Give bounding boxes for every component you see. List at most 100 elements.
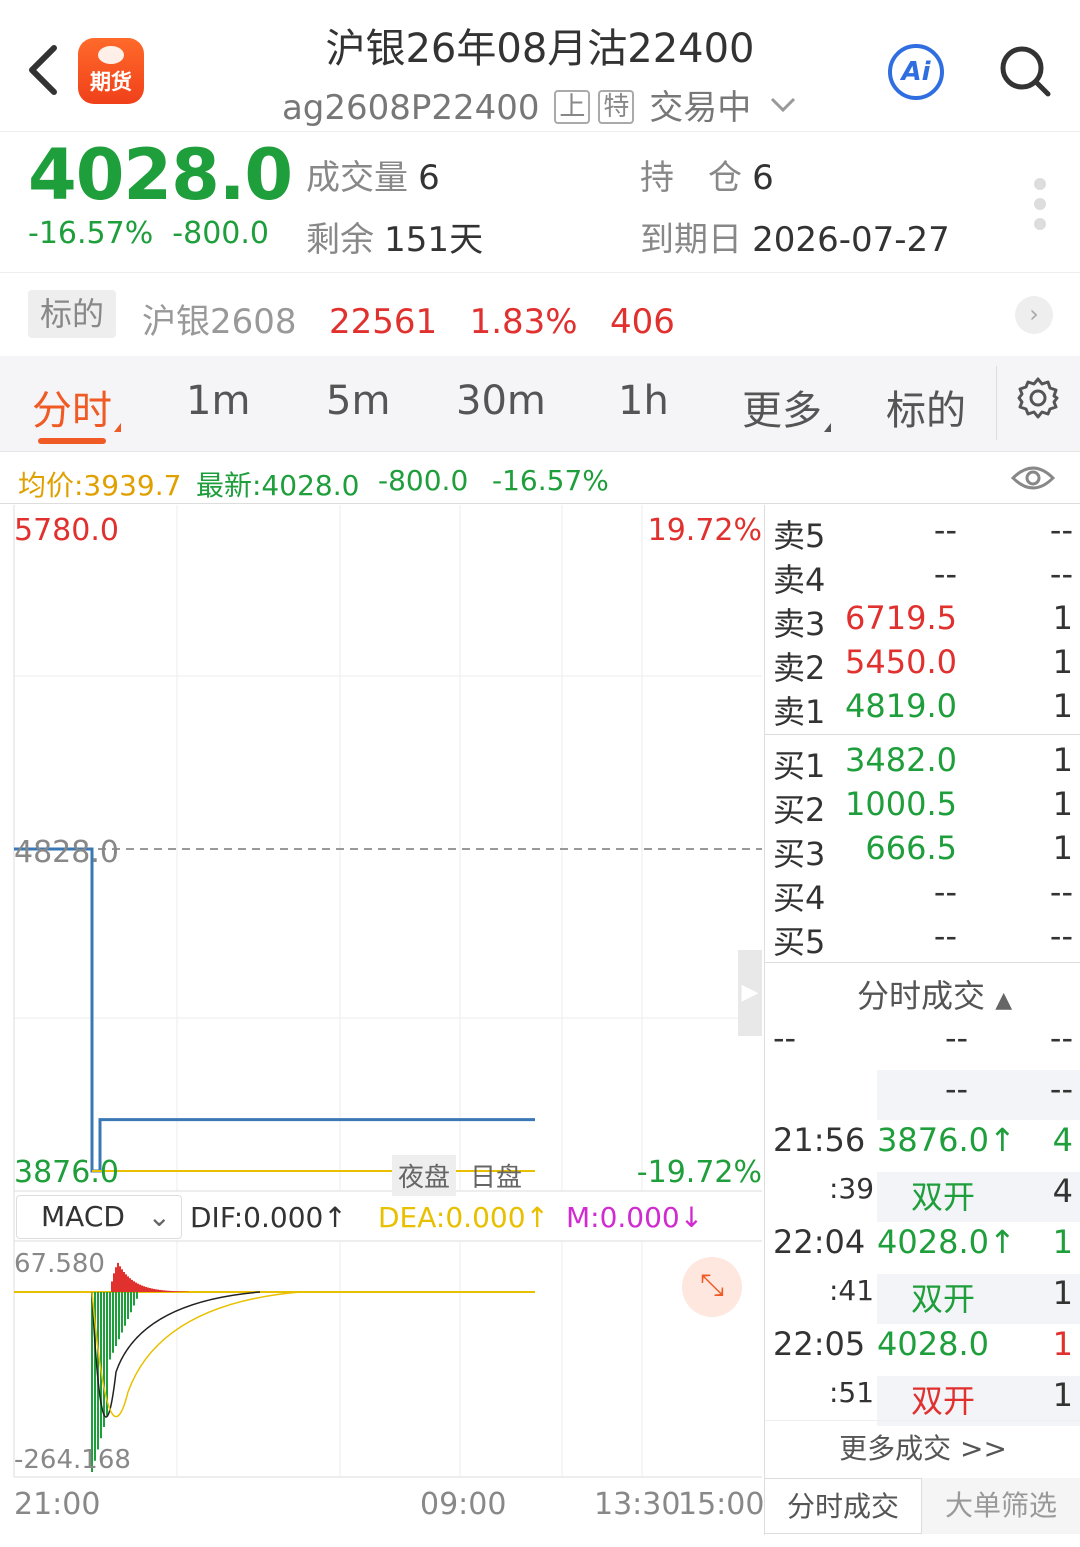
- change-value: -800.0: [172, 216, 270, 251]
- tab-1h[interactable]: 1h: [618, 378, 669, 424]
- level-label: 买2: [773, 791, 826, 829]
- tick-price: --: [945, 1019, 969, 1057]
- level-volume: 1: [1052, 599, 1073, 637]
- fullscreen-icon[interactable]: ⤡: [682, 1257, 742, 1317]
- tab-1m[interactable]: 1m: [186, 378, 250, 424]
- y-mid-label: 4828.0: [14, 835, 119, 870]
- chart-series: [14, 847, 535, 1173]
- underlying-price: 22561: [328, 302, 438, 342]
- tick-subvolume: 4: [1052, 1172, 1073, 1210]
- volume-value: 6: [418, 158, 440, 198]
- tick-row: 22:04 4028.0↑ 1: [765, 1223, 1080, 1273]
- session-day: 日盘: [470, 1163, 523, 1193]
- tick-kind: --: [945, 1070, 969, 1108]
- exchange-tag: 上: [554, 90, 591, 124]
- oi-label: 持 仓: [640, 158, 742, 198]
- eye-icon[interactable]: [1010, 462, 1056, 501]
- level-label: 卖4: [773, 561, 826, 599]
- settings-icon[interactable]: [1016, 376, 1060, 424]
- chart-svg: [13, 505, 762, 1478]
- oi-field: 持 仓 6: [640, 150, 774, 199]
- level-label: 卖2: [773, 649, 826, 687]
- level-price: --: [933, 511, 957, 549]
- level-label: 卖3: [773, 605, 826, 643]
- tab-timeshare[interactable]: 分时: [32, 378, 121, 436]
- special-tag: 特: [598, 90, 635, 124]
- bid-row[interactable]: 买3 666.5 1: [765, 829, 1080, 873]
- pct-low-label: -19.72%: [636, 1155, 762, 1190]
- change-pct: -16.57%: [28, 216, 154, 251]
- chevron-down-icon: ⌄: [147, 1200, 171, 1233]
- caret-up-icon: ▲: [995, 988, 1013, 1013]
- ask-row[interactable]: 卖1 4819.0 1: [765, 687, 1080, 731]
- tab-more[interactable]: 更多: [742, 378, 831, 436]
- tab-ticks[interactable]: 分时成交: [764, 1478, 922, 1534]
- level-price: 3482.0: [845, 741, 957, 779]
- pct-high-label: 19.72%: [647, 513, 762, 548]
- chevron-down-icon: [770, 97, 796, 113]
- x-tick-label: 13:30: [594, 1487, 681, 1522]
- tick-row: -- -- --: [765, 1019, 1080, 1069]
- ai-assistant-button[interactable]: Ai: [888, 44, 944, 100]
- level-price: 4819.0: [845, 687, 957, 725]
- indicator-select[interactable]: MACD ⌄: [16, 1195, 182, 1239]
- ticks-title-label: 分时成交: [857, 977, 986, 1015]
- level-label: 买5: [773, 923, 826, 961]
- macd-m: M:0.000↓: [566, 1201, 704, 1234]
- level-volume: --: [1049, 555, 1073, 593]
- period-tabs: 分时 1m 5m 30m 1h 更多 标的: [0, 356, 1080, 452]
- price-change: -16.57% -800.0: [28, 216, 269, 251]
- ask-row[interactable]: 卖5 -- --: [765, 511, 1080, 555]
- back-icon[interactable]: [18, 40, 68, 100]
- oi-value: 6: [752, 158, 774, 198]
- more-ticks-link[interactable]: 更多成交 >>: [765, 1420, 1080, 1476]
- ask-row[interactable]: 卖2 5450.0 1: [765, 643, 1080, 687]
- tick-price: 4028.0↑: [877, 1223, 1016, 1261]
- x-tick-label: 09:00: [420, 1487, 507, 1522]
- bid-row[interactable]: 买1 3482.0 1: [765, 741, 1080, 785]
- tick-seconds: :51: [829, 1376, 875, 1409]
- tab-5m[interactable]: 5m: [326, 378, 390, 424]
- session-night: 夜盘: [392, 1155, 457, 1196]
- ai-label: Ai: [901, 57, 931, 87]
- level-price: 6719.5: [845, 599, 957, 637]
- tick-seconds: :39: [829, 1172, 875, 1205]
- tick-subvolume: 1: [1052, 1274, 1073, 1312]
- ask-row[interactable]: 卖4 -- --: [765, 555, 1080, 599]
- tab-30m[interactable]: 30m: [456, 378, 546, 424]
- tab-big-orders[interactable]: 大单筛选: [922, 1478, 1080, 1534]
- futures-logo: 期货: [78, 38, 144, 104]
- underlying-name: 沪银2608: [142, 302, 297, 342]
- tick-volume: 1: [1052, 1325, 1073, 1363]
- bid-row[interactable]: 买2 1000.5 1: [765, 785, 1080, 829]
- macd-dif: DIF:0.000↑: [190, 1201, 347, 1234]
- expiry-value: 2026-07-27: [752, 220, 950, 260]
- tick-seconds: :41: [829, 1274, 875, 1307]
- dea-value: DEA:0.000: [378, 1201, 526, 1234]
- tick-volume: --: [1049, 1019, 1073, 1057]
- tab-label: 分时: [32, 388, 112, 434]
- info-change: -800.0: [378, 464, 469, 497]
- ticks-title[interactable]: 分时成交 ▲: [857, 971, 1012, 1017]
- m-value: M:0.000: [566, 1201, 680, 1234]
- timeshare-chart[interactable]: 5780.0 19.72% 4828.0 3876.0 -19.72% 夜盘 日…: [0, 505, 764, 1535]
- latest-price: 最新:4028.0: [196, 469, 360, 502]
- chart-grid: [13, 505, 762, 1478]
- chevron-right-icon[interactable]: ›: [1015, 296, 1053, 334]
- tick-subvolume: --: [1049, 1070, 1073, 1108]
- tab-underlying[interactable]: 标的: [886, 378, 966, 436]
- contract-subtitle[interactable]: ag2608P22400 上特 交易中: [230, 80, 850, 129]
- y-high-label: 5780.0: [14, 513, 119, 548]
- level-label: 买3: [773, 835, 826, 873]
- search-icon[interactable]: [998, 44, 1052, 98]
- ask-row[interactable]: 卖3 6719.5 1: [765, 599, 1080, 643]
- tick-kind-bg: [877, 1376, 1080, 1426]
- remain-value: 151天: [384, 220, 484, 260]
- expand-panel-icon[interactable]: ▶: [738, 950, 762, 1036]
- more-icon[interactable]: [1034, 178, 1048, 234]
- bid-row[interactable]: 买4 -- --: [765, 873, 1080, 917]
- bid-row[interactable]: 买5 -- --: [765, 917, 1080, 961]
- level-price: 1000.5: [845, 785, 957, 823]
- tick-kind: 双开: [911, 1178, 976, 1216]
- x-tick-label: 15:00: [678, 1487, 765, 1522]
